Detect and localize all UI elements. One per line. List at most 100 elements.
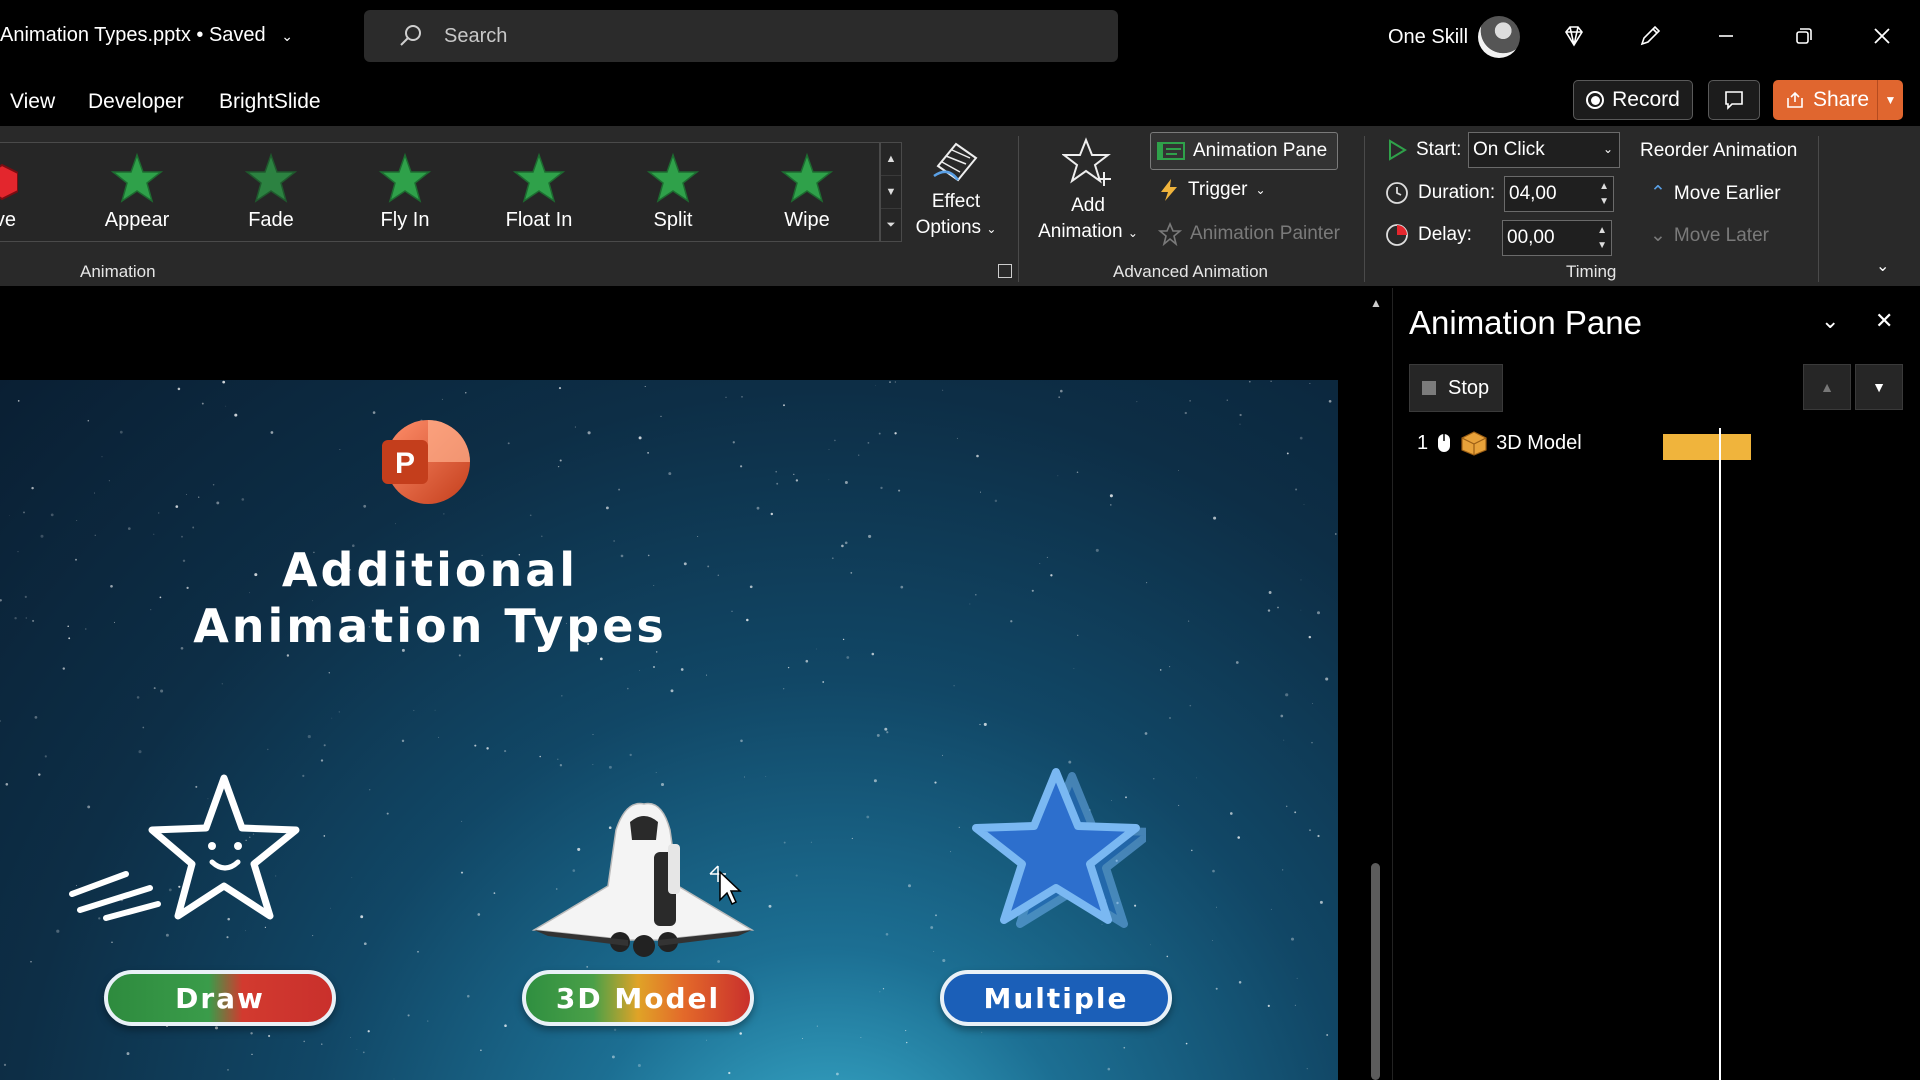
animation-list-item[interactable]: 1 3D Model [1417, 430, 1582, 456]
animation-effect-fly-in[interactable]: Fly In [350, 151, 460, 241]
animation-pane-label: Animation Pane [1193, 140, 1328, 161]
background-star [836, 1072, 839, 1076]
lightning-icon [1161, 179, 1177, 201]
trigger-button[interactable]: Trigger ⌄ [1158, 178, 1266, 202]
move-later-button[interactable]: ⌄ Move Later [1650, 224, 1769, 247]
background-star [1058, 396, 1061, 399]
spinner-arrows-icon[interactable]: ▲ ▼ [1597, 223, 1607, 253]
animation-pane-button[interactable]: Animation Pane [1150, 132, 1338, 170]
scrollbar-thumb[interactable] [1371, 863, 1380, 1080]
animation-gallery-item-partial[interactable]: ave [0, 151, 38, 241]
background-star [908, 884, 911, 888]
background-star [660, 782, 665, 787]
effect-options-label-1: Effect [931, 191, 981, 212]
3d-model-pill-button[interactable]: 3D Model [522, 970, 754, 1026]
timeline-bar[interactable] [1663, 434, 1751, 460]
item-name: 3D Model [1496, 431, 1582, 454]
background-star [507, 442, 510, 445]
background-star [372, 411, 376, 414]
stop-button[interactable]: Stop [1409, 364, 1503, 412]
minimize-icon[interactable] [1708, 18, 1744, 54]
background-star [157, 512, 160, 514]
background-star [1326, 1034, 1329, 1036]
file-title[interactable]: Animation Types.pptx • Saved ⌄ [0, 24, 293, 47]
animation-effect-fade[interactable]: Fade [216, 151, 326, 241]
background-star [559, 459, 562, 462]
restore-icon[interactable] [1786, 18, 1822, 54]
background-star [356, 1049, 358, 1050]
background-star [539, 755, 541, 758]
slide-title[interactable]: Additional Animation Types [150, 542, 710, 654]
pane-close-icon[interactable]: ✕ [1875, 308, 1893, 334]
collapse-ribbon-chevron-icon[interactable]: ⌄ [1876, 256, 1889, 276]
blue-star-icon[interactable] [966, 764, 1146, 934]
effect-options-button[interactable]: Effect Options ⌄ [908, 136, 1004, 242]
user-name[interactable]: One Skill [1388, 26, 1468, 49]
move-down-button[interactable]: ▼ [1855, 364, 1903, 410]
background-star [1077, 634, 1079, 636]
background-star [1010, 620, 1013, 623]
gallery-up-icon[interactable]: ▲ [881, 143, 901, 176]
background-star [1195, 777, 1197, 779]
share-button[interactable]: Share ▼ [1773, 80, 1903, 120]
pen-icon[interactable] [1632, 18, 1668, 54]
search-input[interactable]: Search [364, 10, 1118, 62]
background-star [212, 484, 215, 486]
gallery-down-icon[interactable]: ▼ [881, 176, 901, 209]
gallery-scroll[interactable]: ▲ ▼ ⏷ [880, 142, 902, 242]
background-star [1076, 471, 1079, 474]
stop-square-icon [1422, 381, 1436, 395]
move-up-button[interactable]: ▲ [1803, 364, 1851, 410]
tab-brightslide[interactable]: BrightSlide [219, 90, 321, 114]
delay-spinner[interactable]: 00,00 ▲ ▼ [1502, 220, 1612, 256]
draw-pill-button[interactable]: Draw [104, 970, 336, 1026]
scroll-up-icon[interactable]: ▲ [1370, 296, 1382, 310]
animation-painter-button[interactable]: Animation Painter [1158, 222, 1340, 246]
background-star [192, 526, 195, 529]
duration-spinner[interactable]: 04,00 ▲ ▼ [1504, 176, 1614, 212]
background-star [592, 734, 594, 735]
gallery-more-icon[interactable]: ⏷ [881, 209, 901, 242]
move-earlier-button[interactable]: ⌃ Move Earlier [1650, 182, 1781, 205]
background-star [655, 772, 657, 774]
add-animation-button[interactable]: Add Animation ⌄ [1030, 136, 1146, 246]
animation-dialog-launcher-icon[interactable] [998, 264, 1012, 278]
background-star [898, 489, 901, 492]
animation-pane: Animation Pane ⌄ ✕ Stop ▲ ▼ 1 3D Model [1392, 288, 1920, 1080]
slide-scrollbar[interactable]: ▲ [1366, 288, 1386, 1080]
background-star [1146, 582, 1148, 584]
share-dropdown-chevron-icon[interactable]: ▼ [1877, 80, 1903, 120]
multiple-pill-button[interactable]: Multiple [940, 970, 1172, 1026]
start-dropdown[interactable]: On Click ⌄ [1468, 132, 1620, 168]
spinner-arrows-icon[interactable]: ▲ ▼ [1599, 179, 1609, 209]
background-star [810, 841, 812, 843]
tab-view[interactable]: View [10, 90, 55, 114]
animation-effect-float-in[interactable]: Float In [484, 151, 594, 241]
smiling-star-icon[interactable] [66, 770, 316, 950]
pane-options-chevron-icon[interactable]: ⌄ [1821, 308, 1839, 334]
background-star [1149, 944, 1151, 946]
background-star [605, 506, 609, 510]
avatar[interactable] [1478, 16, 1520, 58]
slide-canvas[interactable]: P Additional Animation Types Draw 3D Mod… [0, 380, 1338, 1080]
triangle-up-icon: ▲ [1820, 379, 1834, 395]
comments-button[interactable] [1708, 80, 1760, 120]
background-star [328, 672, 330, 674]
background-star [1285, 805, 1288, 808]
background-star [1328, 399, 1332, 403]
diamond-icon[interactable] [1556, 18, 1592, 54]
animation-effect-appear[interactable]: Appear [82, 151, 192, 241]
background-star [1187, 620, 1190, 622]
animation-effect-wipe[interactable]: Wipe [752, 151, 862, 241]
background-star [93, 492, 95, 494]
background-star [14, 616, 17, 620]
record-button[interactable]: Record [1573, 80, 1693, 120]
animation-effect-split[interactable]: Split [618, 151, 728, 241]
close-icon[interactable] [1864, 18, 1900, 54]
search-icon [400, 25, 421, 46]
tab-developer[interactable]: Developer [88, 90, 184, 114]
background-star [942, 754, 944, 756]
background-star [880, 486, 883, 490]
background-star [934, 781, 937, 784]
background-star [1267, 1004, 1270, 1007]
